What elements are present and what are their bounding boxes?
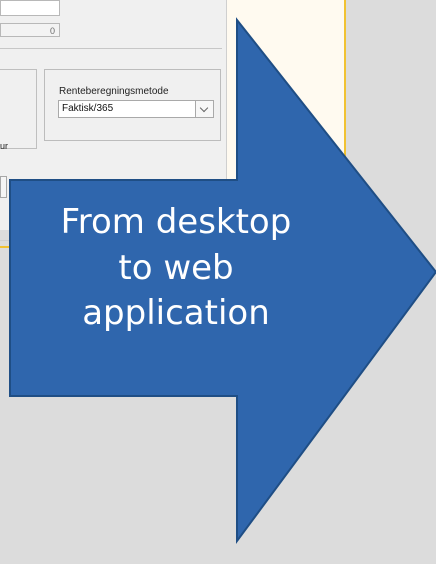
window-border-right <box>344 0 346 248</box>
numeric-field[interactable]: 0 <box>0 23 60 37</box>
right-panel-strip <box>226 0 345 230</box>
interest-method-label: Renteberegningsmetode <box>59 86 169 97</box>
window-border-bottom <box>0 246 346 248</box>
chevron-down-icon[interactable] <box>195 101 213 117</box>
desktop-app-fragment: 0 Renteberegningsmetode Faktisk/365 ur <box>0 0 436 250</box>
form-divider <box>0 48 222 49</box>
interest-method-select[interactable]: Faktisk/365 <box>58 100 214 118</box>
interest-method-value: Faktisk/365 <box>62 103 114 114</box>
top-text-field[interactable] <box>0 0 60 16</box>
partial-field-label: ur <box>0 141 9 151</box>
panel-bottom-line <box>0 240 344 241</box>
left-group-box <box>0 69 37 149</box>
small-input-field[interactable] <box>0 176 7 198</box>
